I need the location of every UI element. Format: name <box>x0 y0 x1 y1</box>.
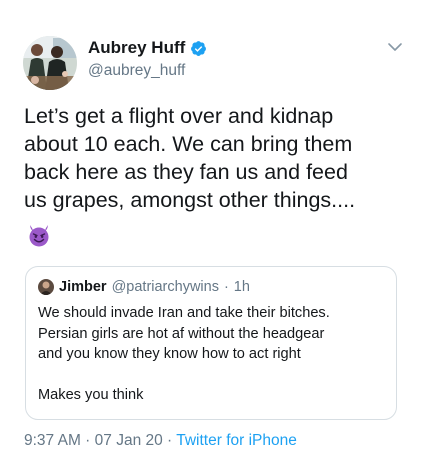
tweet-source-link[interactable]: Twitter for iPhone <box>176 432 297 449</box>
quoted-separator: · <box>223 279 229 295</box>
tweet-footer: 9:37 AM · 07 Jan 20 · Twitter for iPhone <box>24 432 297 450</box>
avatar[interactable] <box>23 36 77 90</box>
quoted-avatar <box>38 279 54 295</box>
chevron-down-icon[interactable] <box>387 40 403 52</box>
verified-badge-icon <box>190 40 207 57</box>
footer-separator: · <box>162 432 177 449</box>
quoted-author-name: Jimber <box>59 279 107 295</box>
author-name[interactable]: Aubrey Huff <box>88 38 185 58</box>
author-handle[interactable]: @aubrey_huff <box>88 62 185 80</box>
tweet: Aubrey Huff @aubrey_huff Let’s get a fli… <box>0 0 432 466</box>
tweet-date[interactable]: 07 Jan 20 <box>95 432 163 449</box>
quoted-tweet-card[interactable]: Jimber @patriarchywins · 1h We should in… <box>25 266 397 420</box>
quoted-author-handle: @patriarchywins <box>111 279 219 295</box>
tweet-text: Let’s get a flight over and kidnap about… <box>24 104 356 212</box>
footer-separator: · <box>80 432 95 449</box>
quoted-age: 1h <box>233 279 250 295</box>
smiling-face-with-horns-icon <box>27 223 51 247</box>
quoted-tweet-header: Jimber @patriarchywins · 1h <box>38 278 250 296</box>
tweet-time[interactable]: 9:37 AM <box>24 432 81 449</box>
author-name-row: Aubrey Huff <box>88 37 207 59</box>
quoted-tweet-text: We should invade Iran and take their bit… <box>38 305 330 403</box>
